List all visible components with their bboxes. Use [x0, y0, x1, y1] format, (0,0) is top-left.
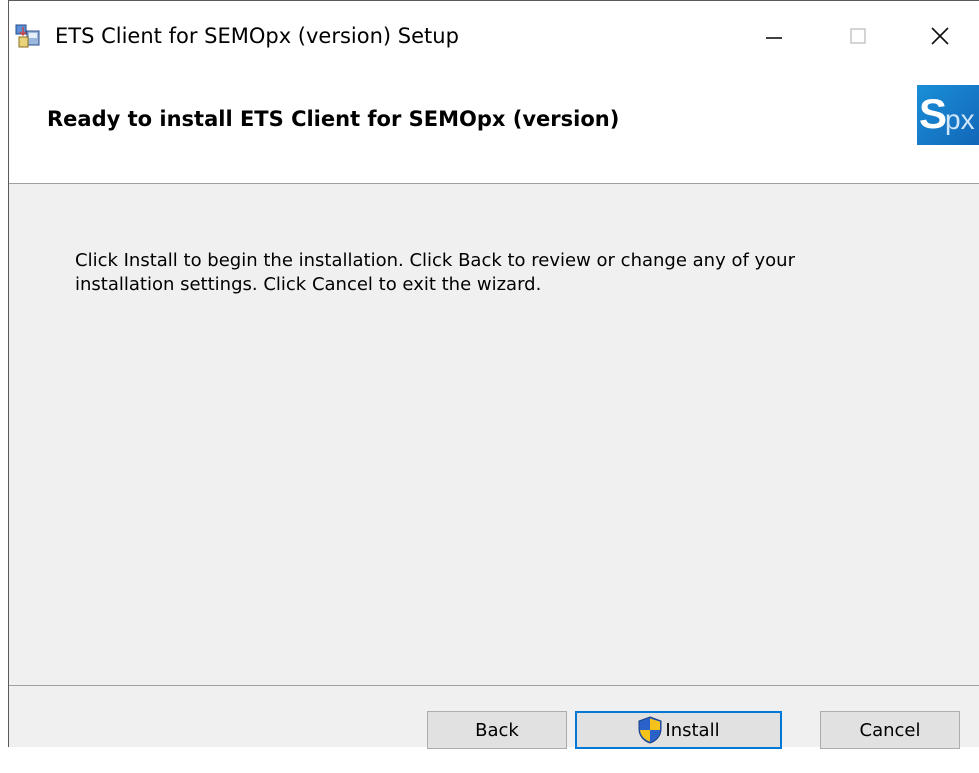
installer-icon [15, 23, 41, 49]
window-title: ETS Client for SEMOpx (version) Setup [55, 24, 459, 48]
logo-mark: S [919, 90, 948, 137]
minimize-button[interactable] [739, 7, 809, 65]
maximize-icon [850, 28, 866, 44]
page-title: Ready to install ETS Client for SEMOpx (… [47, 107, 620, 131]
install-button[interactable]: Install [575, 711, 782, 749]
cancel-button-label: Cancel [859, 719, 921, 741]
back-button[interactable]: Back [427, 711, 567, 749]
uac-shield-icon [638, 716, 662, 744]
back-button-label: Back [475, 719, 519, 741]
close-icon [931, 27, 949, 45]
logo-suffix: px [945, 104, 975, 135]
instructions-text: Click Install to begin the installation.… [75, 250, 795, 295]
footer-divider [9, 685, 979, 686]
install-button-label: Install [665, 719, 720, 741]
spx-logo: S px [917, 85, 979, 145]
minimize-icon [766, 37, 782, 39]
maximize-button[interactable] [823, 7, 893, 65]
wizard-header: Ready to install ETS Client for SEMOpx (… [9, 71, 979, 184]
cancel-button[interactable]: Cancel [820, 711, 960, 749]
close-button[interactable] [905, 7, 975, 65]
title-bar[interactable]: ETS Client for SEMOpx (version) Setup [9, 1, 979, 71]
setup-window: ETS Client for SEMOpx (version) Setup Re… [8, 0, 979, 749]
